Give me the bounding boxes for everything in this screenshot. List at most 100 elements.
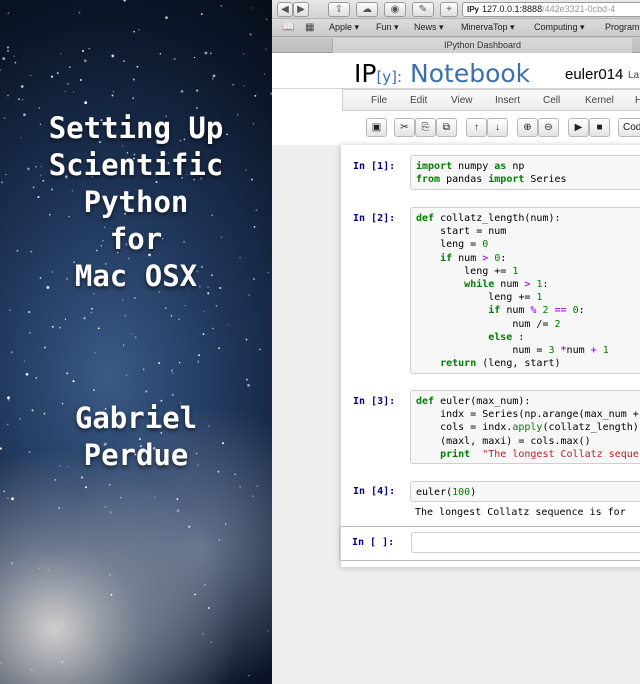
scissors-icon: ✂ bbox=[400, 122, 409, 133]
code-token: num bbox=[458, 252, 483, 264]
cover-title-line: Python bbox=[83, 185, 189, 219]
bookmark-news[interactable]: News ▾ bbox=[414, 22, 444, 33]
run-button[interactable]: ▶ bbox=[568, 118, 589, 137]
tab-ipython-dashboard[interactable]: IPython Dashboard bbox=[332, 38, 632, 53]
star bbox=[51, 325, 54, 328]
reading-list-icon[interactable]: 📖 bbox=[282, 22, 294, 33]
star bbox=[38, 567, 41, 569]
back-button[interactable]: ◀ bbox=[277, 2, 293, 17]
menu-help[interactable]: H bbox=[635, 95, 640, 106]
star bbox=[265, 48, 267, 50]
code-cell-selected[interactable]: In [ ]: bbox=[339, 526, 640, 561]
menu-cell[interactable]: Cell bbox=[543, 95, 560, 106]
star bbox=[109, 511, 112, 514]
code-line: start = num bbox=[416, 225, 640, 238]
star bbox=[203, 311, 206, 313]
wrench-icon: ✎ bbox=[418, 4, 428, 15]
cell-input[interactable] bbox=[411, 532, 640, 553]
star bbox=[170, 369, 173, 372]
star bbox=[130, 333, 132, 335]
star bbox=[121, 299, 124, 301]
bookmarks-bar: 📖 ▦ Apple ▾ Fun ▾ News ▾ MinervaTop ▾ Co… bbox=[272, 19, 640, 37]
menu-insert[interactable]: Insert bbox=[495, 95, 520, 106]
star bbox=[267, 630, 269, 632]
star bbox=[145, 390, 148, 393]
ipython-logo[interactable]: IP[y]: Notebook bbox=[354, 59, 530, 88]
code-token: apply bbox=[512, 422, 543, 434]
star bbox=[124, 314, 126, 317]
icloud-button[interactable]: ☁ bbox=[356, 2, 378, 17]
bookmark-apple[interactable]: Apple ▾ bbox=[329, 22, 359, 33]
code-line: def collatz_length(num): bbox=[416, 212, 640, 225]
paste-button[interactable]: ⧉ bbox=[436, 118, 457, 137]
star bbox=[62, 623, 65, 625]
tab-strip: IPython Dashboard bbox=[272, 37, 640, 53]
code-token: euler(max_num): bbox=[440, 396, 531, 407]
extension-icon: ◉ bbox=[390, 4, 400, 15]
bookmark-computing[interactable]: Computing ▾ bbox=[534, 22, 585, 33]
move-down-button[interactable]: ↓ bbox=[487, 118, 508, 137]
address-bar[interactable]: IPy 127.0.0.1:8888/442e3321-0cbd-4 bbox=[462, 2, 640, 17]
star bbox=[218, 539, 221, 541]
star bbox=[60, 53, 62, 55]
star bbox=[188, 525, 191, 528]
star bbox=[251, 495, 254, 498]
tools-button[interactable]: ✎ bbox=[412, 2, 434, 17]
cell-type-select[interactable]: Cod bbox=[618, 118, 640, 137]
code-token: 100 bbox=[452, 487, 471, 498]
code-token: : bbox=[518, 331, 525, 343]
star bbox=[10, 562, 13, 565]
author-line: Gabriel bbox=[74, 401, 198, 435]
star bbox=[215, 304, 218, 307]
cover-title-line: Setting Up bbox=[48, 111, 224, 145]
code-token: 1 bbox=[536, 292, 543, 304]
code-token: np bbox=[512, 161, 525, 172]
save-button[interactable]: ▣ bbox=[366, 118, 387, 137]
code-token: (maxl, maxi) = cols.max() bbox=[416, 435, 591, 447]
move-up-button[interactable]: ↑ bbox=[466, 118, 487, 137]
insert-above-button[interactable]: ⊕ bbox=[517, 118, 538, 137]
cell-input[interactable]: import numpy as np from pandas import Ser… bbox=[410, 155, 640, 190]
star bbox=[84, 486, 87, 489]
star bbox=[83, 317, 86, 320]
cut-button[interactable]: ✂ bbox=[394, 118, 415, 137]
cell-input[interactable]: def euler(max_num): indx = Series(np.ara… bbox=[410, 390, 640, 464]
star bbox=[265, 18, 268, 21]
menu-edit[interactable]: Edit bbox=[410, 95, 427, 106]
code-token: : bbox=[578, 305, 585, 317]
star bbox=[14, 61, 17, 64]
menu-file[interactable]: File bbox=[371, 95, 387, 106]
cell-input[interactable]: euler(100) bbox=[410, 481, 640, 502]
extension-button[interactable]: ◉ bbox=[384, 2, 406, 17]
star bbox=[90, 307, 93, 310]
new-tab-button[interactable]: + bbox=[440, 2, 458, 17]
bookmark-fun[interactable]: Fun ▾ bbox=[376, 22, 399, 33]
forward-button[interactable]: ▶ bbox=[293, 2, 309, 17]
star bbox=[11, 497, 14, 501]
bookmark-minervatop[interactable]: MinervaTop ▾ bbox=[461, 22, 515, 33]
cell-input[interactable]: def collatz_length(num): start = num len… bbox=[410, 207, 640, 374]
star bbox=[56, 72, 59, 75]
star bbox=[249, 33, 252, 36]
interrupt-button[interactable]: ■ bbox=[589, 118, 610, 137]
star bbox=[263, 73, 266, 75]
star bbox=[7, 12, 10, 14]
bookmark-program[interactable]: Program bbox=[605, 22, 640, 32]
code-line: import numpy as np bbox=[416, 160, 640, 173]
insert-below-button[interactable]: ⊖ bbox=[538, 118, 559, 137]
notebook-header: IP[y]: Notebook euler014 La bbox=[272, 55, 640, 89]
star bbox=[18, 98, 20, 101]
copy-icon: ⎘ bbox=[421, 122, 430, 133]
top-sites-icon[interactable]: ▦ bbox=[305, 22, 314, 33]
menu-kernel[interactable]: Kernel bbox=[585, 95, 614, 106]
code-token: pandas bbox=[446, 174, 489, 186]
notebook-name[interactable]: euler014 bbox=[565, 66, 623, 83]
copy-button[interactable]: ⎘ bbox=[415, 118, 436, 137]
cover-author: Gabriel Perdue bbox=[0, 400, 272, 474]
arrow-down-icon: ↓ bbox=[495, 122, 500, 133]
logo-prefix: IP bbox=[354, 59, 377, 88]
share-button[interactable]: ⇪ bbox=[328, 2, 350, 17]
menu-view[interactable]: View bbox=[451, 95, 473, 106]
